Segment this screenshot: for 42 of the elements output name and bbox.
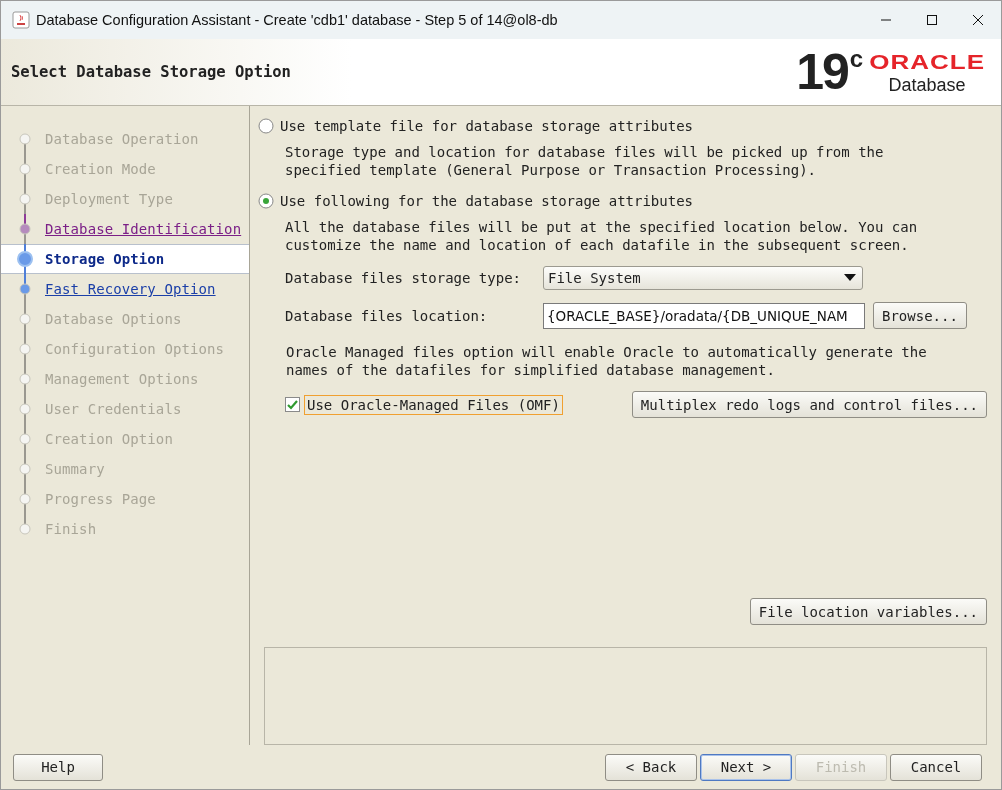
step-marker-icon	[17, 334, 33, 364]
step-marker-icon	[17, 424, 33, 454]
multiplex-button[interactable]: Multiplex redo logs and control files...	[631, 391, 987, 418]
step-marker-icon	[17, 484, 33, 514]
window-title: Database Configuration Assistant - Create 'cdb1' database - Step 5 of 14@ol8-db	[36, 12, 559, 28]
option-label[interactable]: Use template file for database storage attributes	[280, 118, 693, 134]
step-marker-icon	[17, 454, 33, 484]
dropdown-arrow-icon	[844, 274, 856, 282]
wizard-button[interactable]: Next >	[700, 753, 792, 781]
step-marker-icon	[17, 274, 33, 304]
close-icon	[972, 14, 984, 26]
step-marker-icon	[17, 154, 33, 184]
step-marker-icon	[17, 184, 33, 214]
location-field[interactable]: {ORACLE_BASE}/oradata/{DB_UNIQUE_NAM	[543, 302, 865, 329]
storage-type-dropdown[interactable]: File System	[543, 266, 863, 290]
browse-button[interactable]: Browse...	[873, 302, 967, 329]
option-description: Storage type and location for database files will be picked up from the specified template (General Purpose or Transaction Processing).	[285, 143, 885, 179]
checkbox[interactable]	[285, 397, 300, 412]
omf-description: Oracle Managed files option will enable Oracle to automatically generate the names of the datafiles for simplified database management.	[286, 343, 928, 379]
step-marker-icon	[17, 394, 33, 424]
step-marker-icon	[17, 304, 33, 334]
file-location-variables-button[interactable]: File location variables...	[749, 598, 987, 625]
radio-button[interactable]	[258, 118, 274, 134]
option-label[interactable]: Use following for the database storage attributes	[280, 193, 693, 209]
wizard-button[interactable]: Cancel	[890, 753, 982, 781]
page-title: Select Database Storage Option	[11, 63, 291, 81]
version-label: 19$^{c}$	[796, 47, 864, 97]
wizard-button[interactable]: Help	[13, 753, 103, 781]
app-icon	[12, 11, 30, 29]
wizard-button[interactable]: < Back	[605, 753, 697, 781]
step-marker-icon	[17, 244, 33, 274]
field-label: Database files storage type:	[285, 270, 522, 286]
radio-button[interactable]	[258, 193, 274, 209]
option-description: All the database files will be put at the specified location below. You can customize the name and location of each datafile in the subsequent screen.	[285, 218, 919, 254]
product-name: Database	[888, 74, 966, 96]
step-marker-icon	[17, 364, 33, 394]
wizard-step[interactable]: Fast Recovery Option	[1, 274, 249, 304]
wizard-step[interactable]: Storage Option	[1, 244, 249, 274]
maximize-icon	[926, 14, 938, 26]
checkbox-label[interactable]: Use Oracle-Managed Files (OMF)	[304, 394, 563, 415]
field-label: Database files location:	[285, 307, 489, 324]
brand-name: ORACLE	[869, 51, 985, 72]
